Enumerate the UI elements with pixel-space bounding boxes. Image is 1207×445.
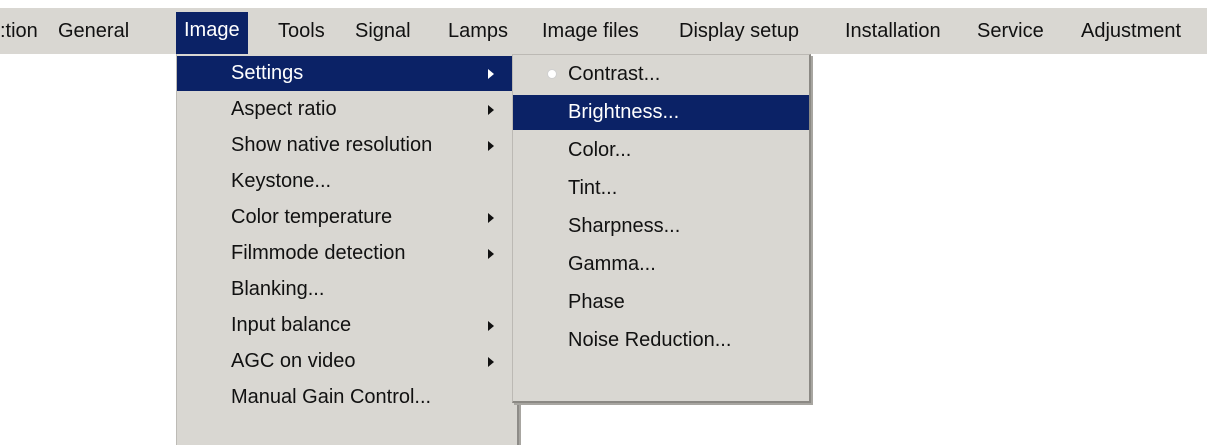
menu-item-label: Color temperature (231, 206, 393, 228)
menu-item-input-balance[interactable]: Input balance (177, 308, 517, 343)
menubar-item-installation[interactable]: Installation (845, 16, 941, 46)
menu-item-label: Aspect ratio (231, 98, 337, 120)
submenu-item-label: Sharpness... (568, 215, 681, 237)
submenu-item-contrast[interactable]: Contrast... (513, 57, 809, 92)
menubar-item-signal[interactable]: Signal (355, 16, 411, 46)
submenu-arrow-icon (488, 213, 494, 223)
submenu-item-label: Tint... (568, 177, 618, 199)
submenu-arrow-icon (488, 69, 494, 79)
submenu-arrow-icon (488, 357, 494, 367)
submenu-item-phase[interactable]: Phase (513, 285, 809, 320)
submenu-item-noise-reduction[interactable]: Noise Reduction... (513, 323, 809, 358)
submenu-item-tint[interactable]: Tint... (513, 171, 809, 206)
menu-item-label: Show native resolution (231, 134, 433, 156)
menu-item-aspect-ratio[interactable]: Aspect ratio (177, 92, 517, 127)
submenu-item-label: Contrast... (568, 63, 661, 85)
menu-item-label: Settings (231, 62, 304, 84)
menubar-item-service[interactable]: Service (977, 16, 1044, 46)
menu-item-label: Blanking... (231, 278, 325, 300)
submenu-arrow-icon (488, 249, 494, 259)
submenu-item-label: Noise Reduction... (568, 329, 732, 351)
submenu-arrow-icon (488, 105, 494, 115)
menu-item-filmmode-detection[interactable]: Filmmode detection (177, 236, 517, 271)
submenu-item-color[interactable]: Color... (513, 133, 809, 168)
menu-item-label: Input balance (231, 314, 352, 336)
menubar-item-image[interactable]: Image (176, 12, 248, 54)
radio-indicator-icon (547, 69, 557, 79)
settings-submenu: Contrast... Brightness... Color... Tint.… (512, 54, 811, 403)
menu-item-keystone[interactable]: Keystone... (177, 164, 517, 199)
menubar-item-display-setup[interactable]: Display setup (679, 16, 799, 46)
menubar-item-adjustment[interactable]: Adjustment (1081, 16, 1181, 46)
menu-item-show-native-resolution[interactable]: Show native resolution (177, 128, 517, 163)
image-menu: Settings Aspect ratio Show native resolu… (176, 54, 519, 445)
submenu-arrow-icon (488, 321, 494, 331)
menu-item-label: Keystone... (231, 170, 332, 192)
menubar-item-lamps[interactable]: Lamps (448, 16, 508, 46)
submenu-item-brightness[interactable]: Brightness... (513, 95, 809, 130)
submenu-item-label: Phase (568, 291, 625, 313)
menubar-item-image-files[interactable]: Image files (542, 16, 639, 46)
menu-bar: :tion General Image Tools Signal Lamps I… (0, 8, 1207, 54)
menu-item-agc-on-video[interactable]: AGC on video (177, 344, 517, 379)
menubar-item-general[interactable]: General (58, 16, 129, 46)
menubar-item-tools[interactable]: Tools (278, 16, 325, 46)
menu-item-manual-gain-control[interactable]: Manual Gain Control... (177, 380, 517, 415)
menu-item-color-temperature[interactable]: Color temperature (177, 200, 517, 235)
menu-item-label: AGC on video (231, 350, 356, 372)
menu-item-label: Manual Gain Control... (231, 386, 432, 408)
menubar-item-function[interactable]: :tion (0, 16, 38, 46)
menu-item-settings[interactable]: Settings (177, 56, 517, 91)
submenu-item-label: Color... (568, 139, 632, 161)
menu-item-label: Filmmode detection (231, 242, 406, 264)
submenu-item-label: Brightness... (568, 101, 680, 123)
menu-item-blanking[interactable]: Blanking... (177, 272, 517, 307)
submenu-arrow-icon (488, 141, 494, 151)
submenu-item-gamma[interactable]: Gamma... (513, 247, 809, 282)
submenu-item-label: Gamma... (568, 253, 656, 275)
submenu-item-sharpness[interactable]: Sharpness... (513, 209, 809, 244)
